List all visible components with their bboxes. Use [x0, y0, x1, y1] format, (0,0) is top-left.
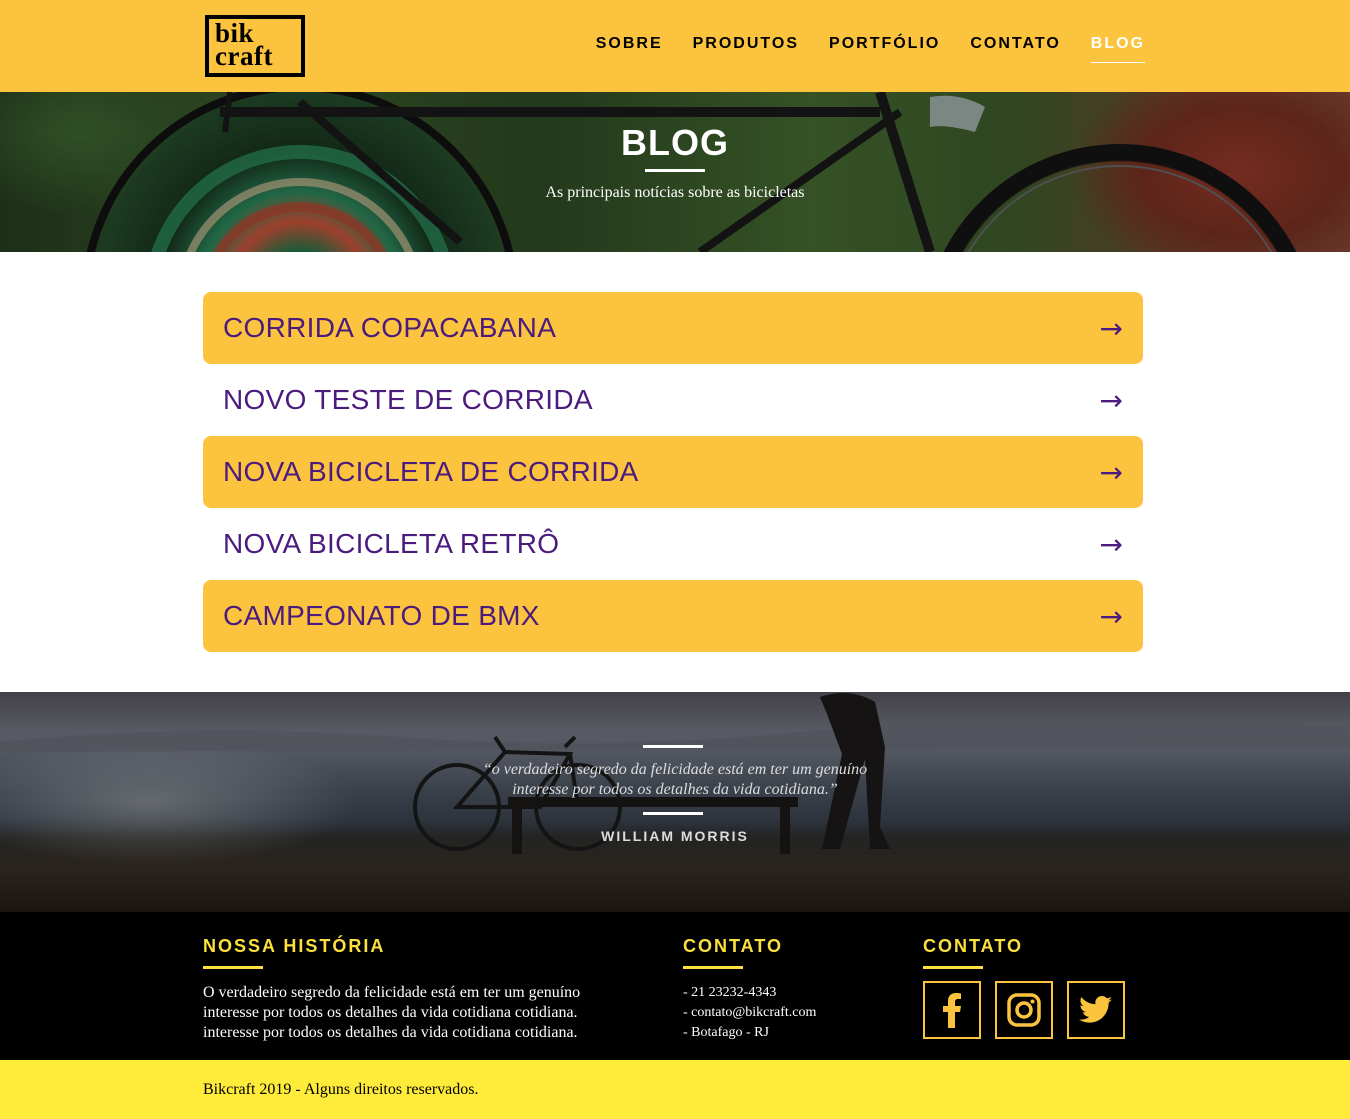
instagram-button[interactable]: [995, 981, 1053, 1039]
heading-underline: [923, 966, 983, 969]
heading-underline: [683, 966, 743, 969]
quote-bottom-rule: [643, 812, 703, 815]
blog-post-item[interactable]: CAMPEONATO DE BMX →: [203, 580, 1143, 652]
blog-post-item[interactable]: NOVA BICICLETA DE CORRIDA →: [203, 436, 1143, 508]
post-title: NOVO TESTE DE CORRIDA: [223, 384, 593, 415]
nav-link-contato[interactable]: CONTATO: [970, 34, 1060, 63]
logo-text-bottom: craft: [215, 41, 273, 71]
contact-email[interactable]: - contato@bikcraft.com: [683, 1003, 816, 1023]
footer-contact: CONTATO - 21 23232-4343 - contato@bikcra…: [683, 936, 816, 1043]
contact-address: - Botafago - RJ: [683, 1025, 769, 1040]
copyright-bar: Bikcraft 2019 - Alguns direitos reservad…: [0, 1060, 1350, 1119]
contact-list: - 21 23232-4343 - contato@bikcraft.com -…: [683, 983, 816, 1043]
nav-link-portfolio[interactable]: PORTFÓLIO: [829, 34, 940, 63]
blog-post-item[interactable]: CORRIDA COPACABANA →: [203, 292, 1143, 364]
page-title: BLOG: [621, 122, 729, 163]
blog-post-item[interactable]: NOVA BICICLETA RETRÔ →: [203, 508, 1143, 580]
blog-post-item[interactable]: NOVO TESTE DE CORRIDA →: [203, 364, 1143, 436]
footer-contact-heading: CONTATO: [683, 936, 783, 956]
arrow-right-icon: →: [1099, 527, 1123, 561]
instagram-icon: [1007, 993, 1041, 1027]
nav-link-produtos[interactable]: PRODUTOS: [693, 34, 799, 63]
contact-phone: - 21 23232-4343: [683, 985, 777, 1000]
post-title: NOVA BICICLETA DE CORRIDA: [223, 456, 639, 487]
post-title: CAMPEONATO DE BMX: [223, 600, 540, 631]
social-links: [923, 981, 1125, 1039]
post-title: CORRIDA COPACABANA: [223, 312, 557, 343]
twitter-button[interactable]: [1067, 981, 1125, 1039]
hero-banner: BLOG As principais notícias sobre as bic…: [0, 92, 1350, 252]
heading-underline: [203, 966, 263, 969]
quote-text: “o verdadeiro segredo da felicidade está…: [482, 761, 868, 798]
arrow-right-icon: →: [1099, 383, 1123, 417]
main-nav: SOBRE PRODUTOS PORTFÓLIO CONTATO BLOG: [596, 34, 1145, 63]
facebook-icon: [943, 993, 961, 1028]
nav-link-blog[interactable]: BLOG: [1090, 34, 1145, 63]
blog-post-list: CORRIDA COPACABANA → NOVO TESTE DE CORRI…: [203, 292, 1143, 652]
arrow-right-icon: →: [1099, 311, 1123, 345]
quote-top-rule: [643, 745, 703, 748]
footer-history-text: O verdadeiro segredo da felicidade está …: [203, 984, 581, 1041]
arrow-right-icon: →: [1099, 599, 1123, 633]
site-footer: NOSSA HISTÓRIA O verdadeiro segredo da f…: [0, 912, 1350, 1060]
footer-social-heading: CONTATO: [923, 936, 1023, 956]
footer-history: NOSSA HISTÓRIA O verdadeiro segredo da f…: [203, 936, 623, 1043]
copyright-text: Bikcraft 2019 - Alguns direitos reservad…: [203, 1081, 479, 1098]
page-subtitle: As principais notícias sobre as biciclet…: [545, 184, 805, 201]
footer-history-heading: NOSSA HISTÓRIA: [203, 936, 386, 956]
twitter-icon: [1079, 996, 1113, 1023]
footer-social: CONTATO: [923, 936, 1125, 1039]
bikcraft-logo[interactable]: bik craft: [205, 15, 305, 77]
arrow-right-icon: →: [1099, 455, 1123, 489]
quote-overlay: [0, 692, 1350, 912]
hero-overlay: [0, 92, 1350, 252]
title-underline: [645, 169, 705, 172]
site-header: bik craft SOBRE PRODUTOS PORTFÓLIO CONTA…: [0, 0, 1350, 92]
post-title: NOVA BICICLETA RETRÔ: [223, 528, 560, 559]
facebook-button[interactable]: [923, 981, 981, 1039]
nav-link-sobre[interactable]: SOBRE: [596, 34, 663, 63]
quote-section: “o verdadeiro segredo da felicidade está…: [0, 692, 1350, 912]
quote-author: WILLIAM MORRIS: [601, 828, 749, 844]
